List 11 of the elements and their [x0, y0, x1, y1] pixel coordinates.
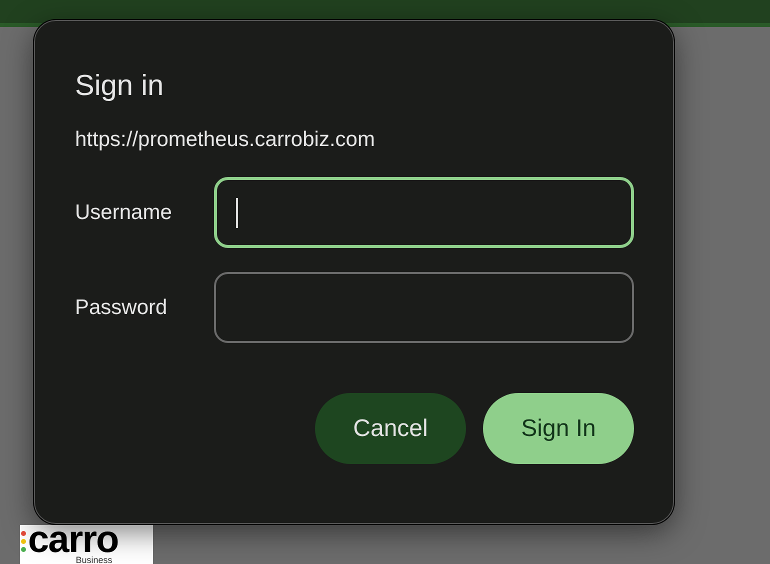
- input-field[interactable]: [214, 177, 634, 248]
- input-field[interactable]: [214, 272, 634, 343]
- site-url: https://prometheus.carrobiz.com: [75, 127, 376, 153]
- cancel-button[interactable]: Cancel: [315, 393, 466, 464]
- text-cursor: [236, 198, 238, 228]
- field-label: Password: [75, 294, 168, 321]
- logo-tagline: Business: [76, 555, 112, 564]
- logo-wordmark: carro: [28, 525, 118, 555]
- field-label: Username: [75, 200, 173, 226]
- dialog-title: Sign in: [75, 69, 165, 103]
- sign-in-button[interactable]: Sign In: [483, 393, 634, 464]
